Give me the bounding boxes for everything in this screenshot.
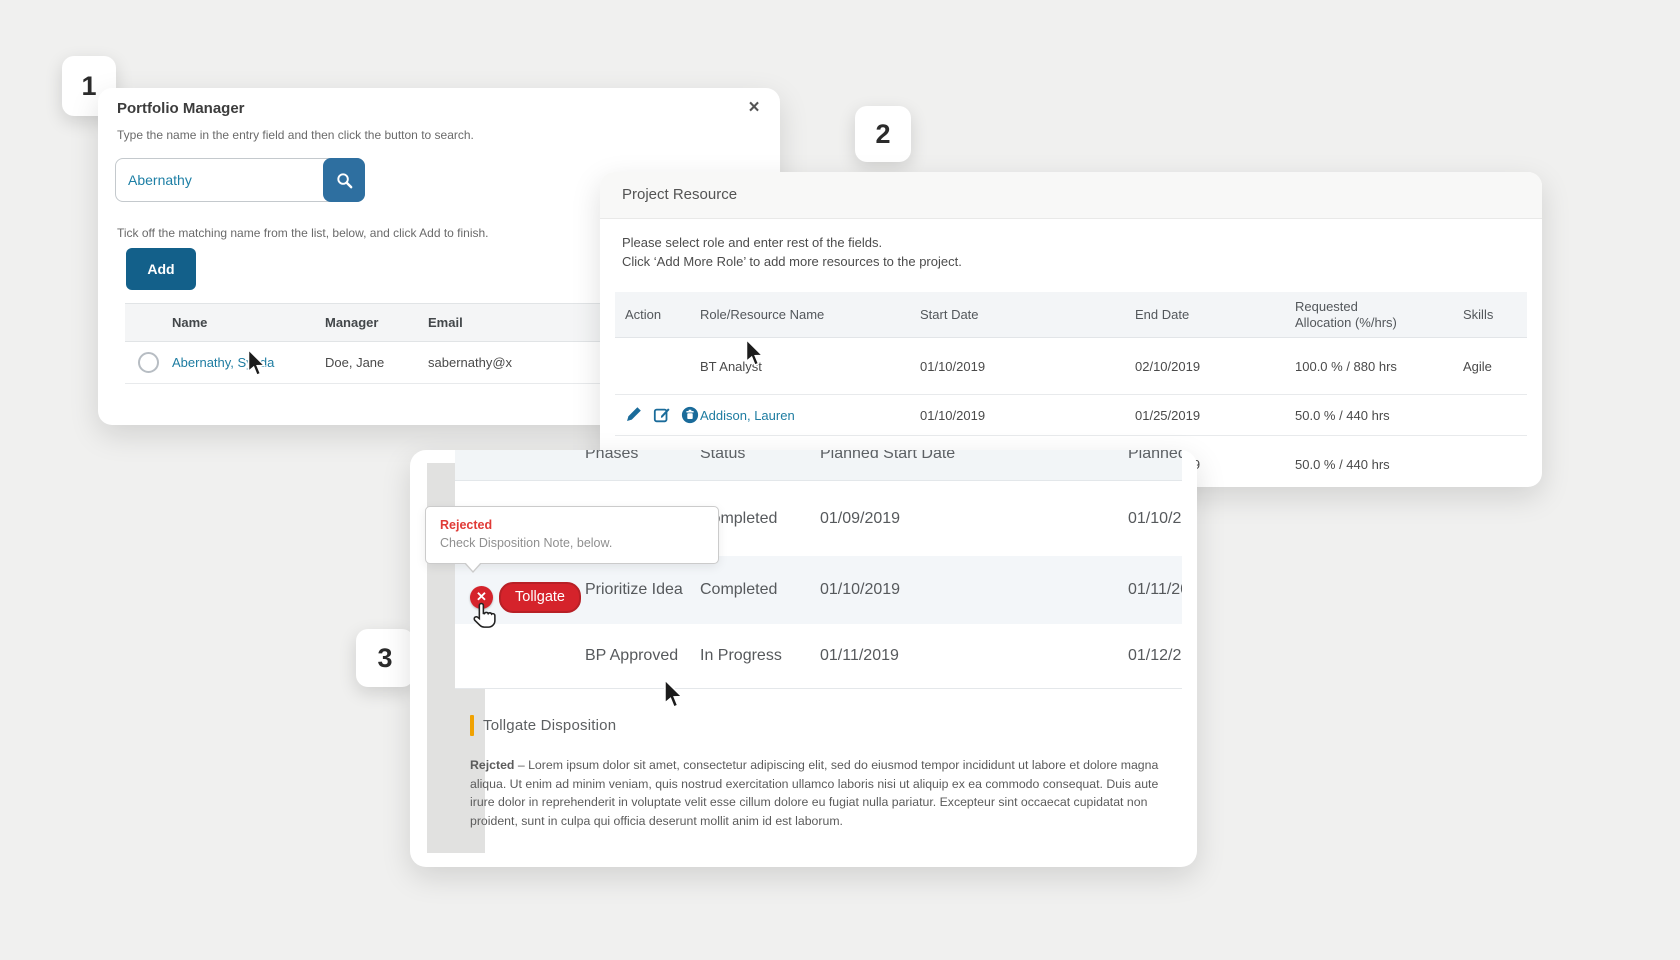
- phase-table-fragment: Phases Status Planned Start Date Planned…: [455, 450, 1182, 690]
- col-header-role: Role/Resource Name: [700, 307, 825, 322]
- requested-allocation: 100.0 % / 880 hrs: [1295, 358, 1397, 374]
- rejected-tooltip: Rejected Check Disposition Note, below.: [425, 506, 719, 573]
- dialog-title: Portfolio Manager: [117, 100, 245, 117]
- edit-pencil-icon[interactable]: [625, 406, 643, 424]
- tollgate-disposition-heading: Tollgate Disposition: [470, 715, 616, 736]
- phase-name: Prioritize Idea: [585, 581, 683, 598]
- panel-title: Project Resource: [622, 186, 738, 203]
- resource-header-row: Action Role/Resource Name Start Date End…: [615, 292, 1527, 338]
- planned-start-date: 01/11/2019: [820, 647, 899, 664]
- search-icon: [335, 171, 354, 190]
- delete-trash-icon[interactable]: [681, 406, 699, 424]
- search-field-group: [115, 158, 365, 202]
- search-input[interactable]: [116, 159, 328, 200]
- table-row: BP Approved In Progress 01/11/2019 01/12…: [455, 624, 1182, 689]
- step-badge-3: 3: [356, 629, 414, 687]
- step-badge-1-label: 1: [81, 70, 97, 101]
- step-badge-3-label: 3: [377, 642, 393, 673]
- start-date: 01/10/2019: [920, 358, 986, 374]
- col-header-planned-start: Planned Start Date: [820, 450, 956, 462]
- add-button[interactable]: Add: [126, 248, 196, 290]
- table-row: Addison, Lauren 01/10/2019 01/25/2019 50…: [615, 395, 1527, 436]
- col-header-allocation: Requested Allocation (%/hrs): [1295, 298, 1397, 330]
- tooltip-body: Check Disposition Note, below.: [440, 536, 613, 550]
- phase-header-row: Phases Status Planned Start Date Planned…: [455, 450, 1182, 481]
- role-name: BT Analyst: [700, 358, 762, 374]
- requested-allocation: 50.0 % / 440 hrs: [1295, 457, 1390, 472]
- phase-tollgate-panel: Phases Status Planned Start Date Planned…: [410, 450, 1197, 867]
- tick-instruction-text: Tick off the matching name from the list…: [117, 226, 489, 240]
- search-instruction-text: Type the name in the entry field and the…: [117, 128, 474, 142]
- disposition-lead: Rejcted: [470, 758, 515, 772]
- skills: Agile: [1463, 358, 1492, 374]
- tooltip-title: Rejected: [440, 518, 493, 532]
- result-manager: Doe, Jane: [325, 355, 385, 370]
- close-icon[interactable]: ×: [741, 95, 767, 121]
- result-name-link[interactable]: Abernathy, Syeda: [172, 355, 325, 370]
- end-date: 01/25/2019: [1135, 407, 1201, 423]
- phase-table: Phases Status Planned Start Date Planned…: [455, 450, 1182, 689]
- page-background: 1 2 3 Portfolio Manager Type the name in…: [0, 0, 1680, 960]
- instruction-line-2: Click ‘Add More Role’ to add more resour…: [622, 254, 962, 269]
- planned-end-date: 01/12/2019: [1128, 647, 1182, 664]
- requested-allocation: 50.0 % / 440 hrs: [1295, 407, 1390, 423]
- disposition-body: – Lorem ipsum dolor sit amet, consectetu…: [470, 758, 1159, 828]
- planned-end-date: 01/10/2019: [1128, 509, 1182, 527]
- phase-status: In Progress: [700, 647, 782, 664]
- phase-status: Completed: [700, 581, 778, 598]
- col-header-planned-end: Planned E: [1128, 450, 1182, 462]
- heading-accent-bar: [470, 715, 474, 736]
- planned-start-date: 01/09/2019: [820, 509, 901, 527]
- planned-start-date: 01/10/2019: [820, 581, 901, 598]
- col-header-end: End Date: [1135, 307, 1190, 322]
- project-resource-panel: Project Resource Please select role and …: [600, 172, 1542, 487]
- role-name-link[interactable]: Addison, Lauren: [700, 408, 920, 423]
- col-header-status: Status: [700, 450, 746, 462]
- panel-title-bar: Project Resource: [600, 172, 1542, 219]
- col-header-manager: Manager: [325, 315, 379, 330]
- col-header-action: Action: [625, 307, 662, 322]
- start-date: 01/10/2019: [920, 407, 986, 423]
- edit-box-icon[interactable]: [653, 406, 671, 424]
- disposition-note: Rejcted – Lorem ipsum dolor sit amet, co…: [470, 756, 1160, 830]
- col-header-start: Start Date: [920, 307, 979, 322]
- col-header-skills: Skills: [1463, 307, 1494, 322]
- tollgate-rejected-icon[interactable]: ✕: [470, 585, 493, 609]
- col-header-phases: Phases: [585, 450, 639, 462]
- planned-end-date: 01/11/2019: [1128, 581, 1182, 598]
- table-row: BT Analyst 01/10/2019 02/10/2019 100.0 %…: [615, 338, 1527, 395]
- instruction-line-1: Please select role and enter rest of the…: [622, 235, 883, 250]
- step-badge-2-label: 2: [875, 118, 891, 149]
- search-button[interactable]: [323, 158, 365, 202]
- col-header-name: Name: [172, 315, 208, 330]
- table-row: ✕ Tollgate Prioritize Idea Completed 01/…: [455, 556, 1182, 624]
- row-radio-button[interactable]: [138, 352, 159, 373]
- end-date: 02/10/2019: [1135, 358, 1201, 374]
- step-badge-2: 2: [855, 106, 911, 162]
- phase-name: BP Approved: [585, 647, 679, 664]
- tollgate-button[interactable]: Tollgate: [499, 581, 581, 613]
- panel-instructions: Please select role and enter rest of the…: [622, 233, 962, 271]
